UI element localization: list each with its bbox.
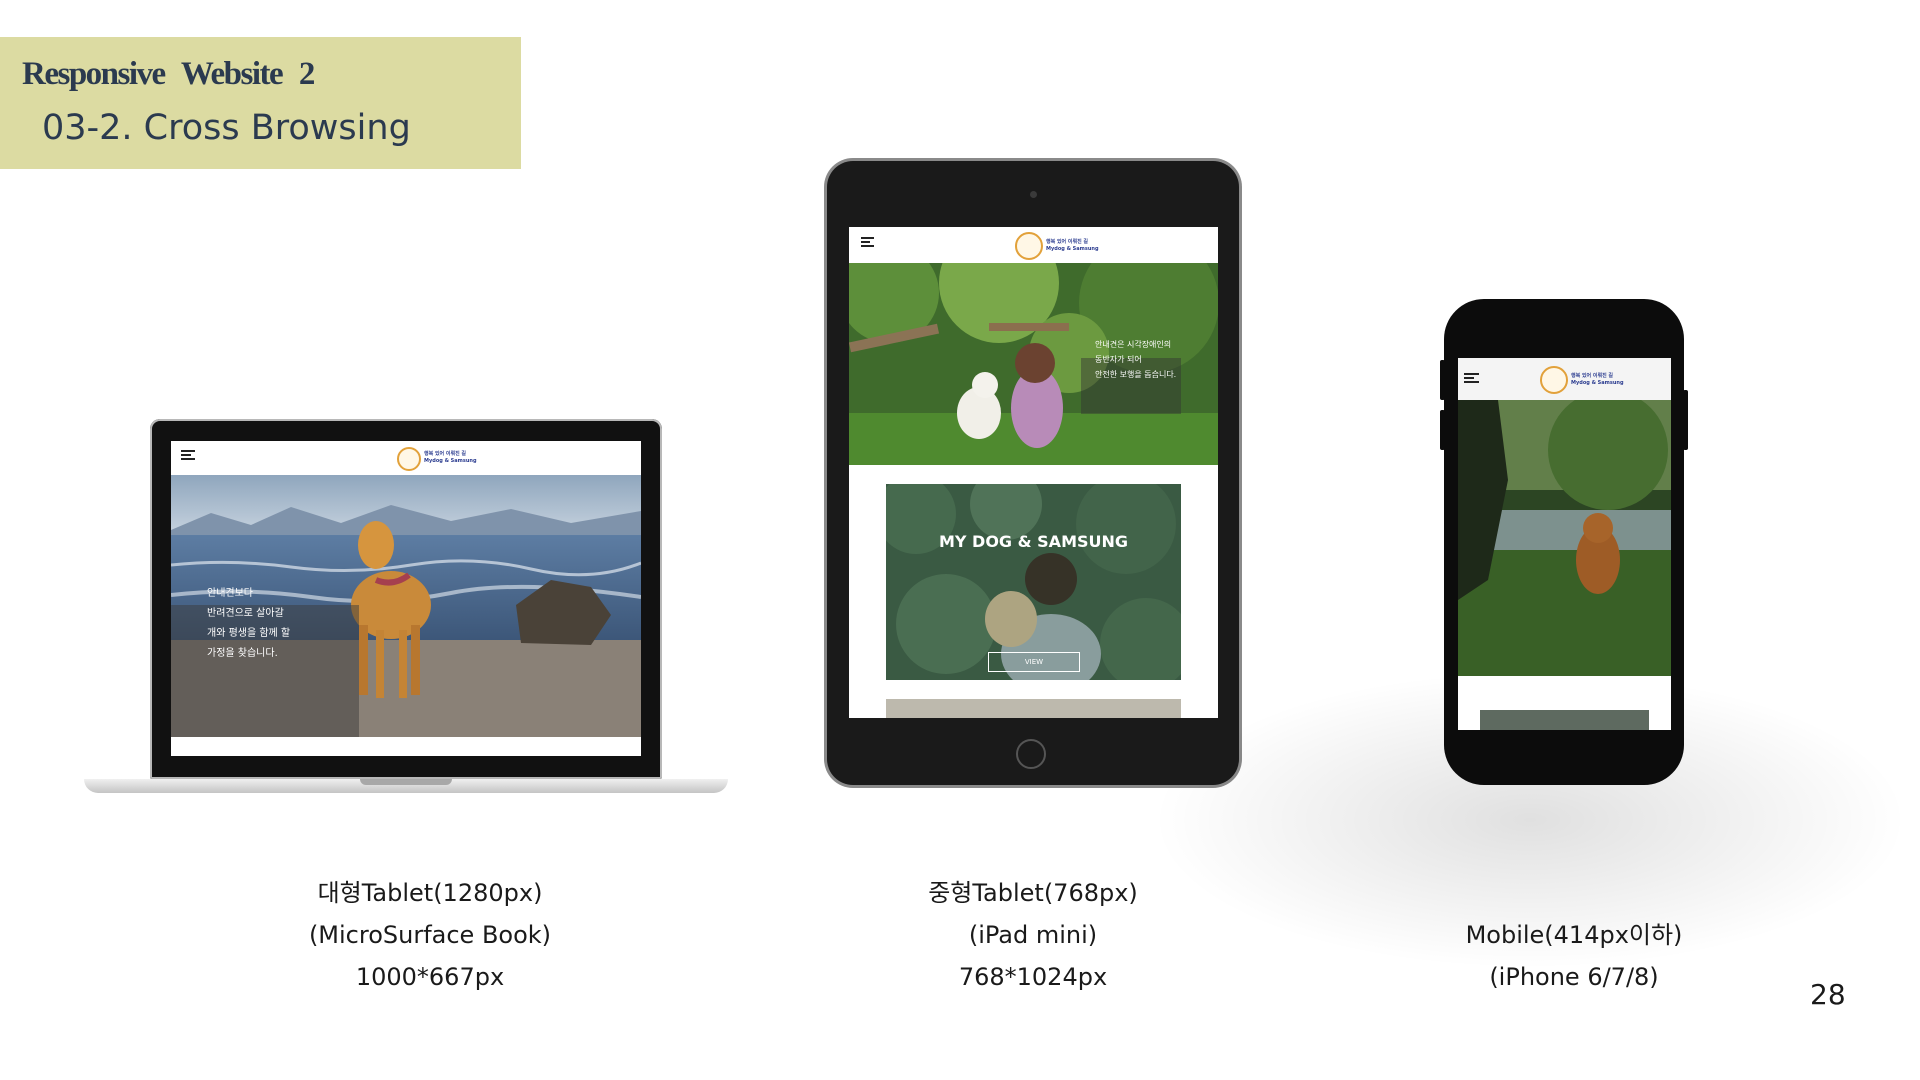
- tablet-screen: 행복 있어 이뤄진 길 Mydog & Samsung 안내견은 시각장애인의 …: [849, 227, 1218, 718]
- hero-line: 안내견보다: [207, 588, 253, 599]
- hero-line: 안전한 보행을 돕습니다.: [1095, 370, 1177, 379]
- caption-line: 768*1024px: [958, 963, 1108, 991]
- slide-title: Responsive Website 2: [22, 56, 315, 92]
- caption-line: Mobile(414px이하): [1465, 921, 1683, 949]
- logo-line1: 행복 있어 이뤄진 길: [1046, 239, 1089, 245]
- caption-line: 중형Tablet(768px): [928, 879, 1138, 907]
- next-section-preview: [886, 699, 1181, 718]
- next-section-preview: [1480, 710, 1649, 730]
- logo-line2: Mydog & Samsung: [1571, 380, 1624, 386]
- logo-line2: Mydog & Samsung: [1046, 246, 1099, 252]
- site-header: 행복 있어 이뤄진 길 Mydog & Samsung: [171, 441, 641, 475]
- hero-copy: 안내견은 시각장애인의 동반자가 되어 안전한 보행을 돕습니다.: [1095, 337, 1195, 382]
- menu-icon[interactable]: [181, 450, 195, 460]
- phone-side-button: [1683, 390, 1688, 450]
- tablet-caption: 중형Tablet(768px) (iPad mini) 768*1024px: [853, 872, 1213, 998]
- phone-screen: 행복 있어 이뤄진 길 Mydog & Samsung: [1458, 358, 1671, 730]
- home-button[interactable]: [1016, 739, 1046, 769]
- logo-line1: 행복 있어 이뤄진 길: [424, 451, 467, 457]
- banner-view-button[interactable]: VIEW: [988, 652, 1080, 672]
- menu-icon[interactable]: [1464, 373, 1479, 383]
- slide-subtitle: 03-2. Cross Browsing: [42, 108, 411, 148]
- laptop-screen: 행복 있어 이뤄진 길 Mydog & Samsung 안내견보다 반려견으로 …: [171, 441, 641, 756]
- site-header: 행복 있어 이뤄진 길 Mydog & Samsung: [1458, 358, 1671, 400]
- logo-icon[interactable]: [1540, 366, 1568, 394]
- caption-line: (MicroSurface Book): [308, 921, 552, 949]
- page-number: 28: [1810, 978, 1846, 1011]
- phone-side-button: [1440, 410, 1445, 450]
- caption-line: (iPhone 6/7/8): [1489, 963, 1659, 991]
- laptop-notch: [360, 779, 452, 785]
- logo-line1: 행복 있어 이뤄진 길: [1571, 373, 1614, 379]
- menu-icon[interactable]: [861, 237, 874, 247]
- promo-banner[interactable]: MY DOG & SAMSUNG VIEW: [886, 484, 1181, 680]
- hero-copy: 안내견보다 반려견으로 살아갈 개와 평생을 함께 할 가정을 찾습니다.: [207, 584, 327, 664]
- logo-icon[interactable]: [1015, 232, 1043, 260]
- caption-line: 대형Tablet(1280px): [317, 879, 543, 907]
- site-header: 행복 있어 이뤄진 길 Mydog & Samsung: [849, 227, 1218, 263]
- hero-line: 개와 평생을 함께 할: [207, 628, 291, 639]
- hero-line: 동반자가 되어: [1095, 355, 1142, 364]
- caption-line: (iPad mini): [968, 921, 1098, 949]
- caption-line: 1000*667px: [355, 963, 505, 991]
- phone-side-button: [1440, 360, 1445, 400]
- logo-line2: Mydog & Samsung: [424, 458, 477, 464]
- camera-icon: [1030, 191, 1037, 198]
- hero-line: 안내견은 시각장애인의: [1095, 340, 1172, 349]
- hero-line: 가정을 찾습니다.: [207, 648, 278, 659]
- banner-title: MY DOG & SAMSUNG: [938, 532, 1129, 551]
- hero-image: [1458, 400, 1671, 676]
- logo-icon[interactable]: [397, 447, 421, 471]
- hero-line: 반려견으로 살아갈: [207, 608, 284, 619]
- phone-caption: Mobile(414px이하) (iPhone 6/7/8): [1394, 914, 1754, 998]
- laptop-caption: 대형Tablet(1280px) (MicroSurface Book) 100…: [250, 872, 610, 998]
